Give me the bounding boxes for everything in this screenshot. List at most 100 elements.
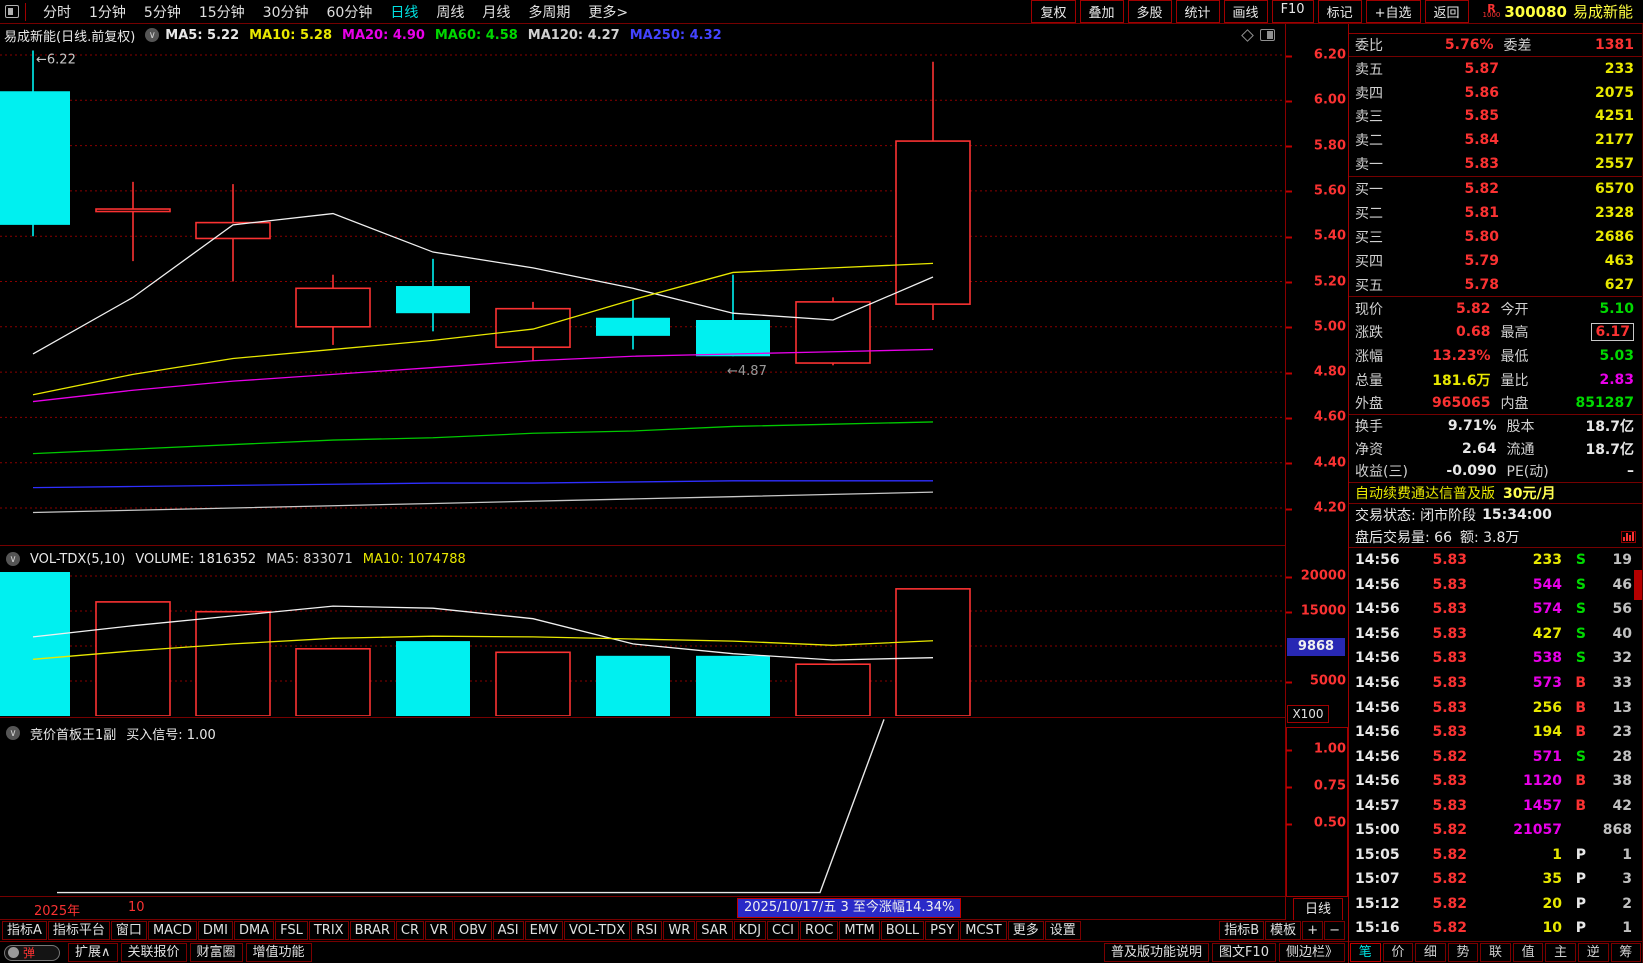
indicator-button-WR[interactable]: WR (663, 921, 696, 940)
volume-chart[interactable] (0, 570, 1285, 716)
trade-tab-细[interactable]: 细 (1415, 943, 1446, 962)
trade-row[interactable]: 14:56 5.83 427 S 40 (1349, 622, 1642, 647)
trade-row[interactable]: 14:56 5.83 194 B 23 (1349, 720, 1642, 745)
toolbar-button-叠加[interactable]: 叠加 (1079, 0, 1124, 23)
period-item-日线[interactable]: 日线 (390, 2, 418, 22)
indicator-button-EMV[interactable]: EMV (524, 921, 563, 940)
indicator-button-更多[interactable]: 更多 (1007, 921, 1044, 940)
toolbar-button-统计[interactable]: 统计 (1175, 0, 1220, 23)
indicator-button-DMA[interactable]: DMA (233, 921, 275, 940)
ask-row[interactable]: 卖五 5.87 233 (1349, 57, 1642, 81)
trade-tab-价[interactable]: 价 (1382, 943, 1414, 962)
indicator-button-窗口[interactable]: 窗口 (110, 921, 147, 940)
period-item-1分钟[interactable]: 1分钟 (89, 2, 126, 22)
indicator-button-MCST[interactable]: MCST (960, 921, 1007, 940)
indicator-button-模板[interactable]: 模板 (1265, 921, 1302, 940)
ask-row[interactable]: 卖三 5.85 4251 (1349, 105, 1642, 129)
toolbar-button-返回[interactable]: 返回 (1424, 0, 1469, 23)
trade-tab-筹[interactable]: 筹 (1610, 943, 1642, 962)
trade-row[interactable]: 14:56 5.83 574 S 56 (1349, 597, 1642, 622)
indicator-button-指标B[interactable]: 指标B (1219, 921, 1265, 940)
trade-row[interactable]: 14:56 5.83 573 B 33 (1349, 671, 1642, 696)
toolbar-button-画线[interactable]: 画线 (1223, 0, 1268, 23)
ask-row[interactable]: 卖一 5.83 2557 (1349, 152, 1642, 176)
indicator-button-TRIX[interactable]: TRIX (308, 921, 349, 940)
diamond-marker-icon[interactable] (1241, 28, 1254, 42)
indicator-button-BOLL[interactable]: BOLL (880, 921, 925, 940)
bottom-button-侧边栏》[interactable]: 侧边栏》 (1278, 943, 1345, 962)
period-item-60分钟[interactable]: 60分钟 (327, 2, 373, 22)
indicator-button-VOL-TDX[interactable]: VOL-TDX (563, 921, 631, 940)
trade-row[interactable]: 14:56 5.83 538 S 32 (1349, 646, 1642, 671)
toolbar-button-多股[interactable]: 多股 (1127, 0, 1172, 23)
indicator-button-MACD[interactable]: MACD (147, 921, 197, 940)
bottom-button-财富圈[interactable]: 财富圈 (189, 943, 243, 962)
collapse-chevron-icon[interactable] (6, 726, 20, 740)
indicator-button-KDJ[interactable]: KDJ (733, 921, 767, 940)
bottom-button-图文F10[interactable]: 图文F10 (1211, 943, 1276, 962)
indicator-button-指标A[interactable]: 指标A (2, 921, 47, 940)
period-item-月线[interactable]: 月线 (482, 2, 510, 22)
indicator-button-ROC[interactable]: ROC (800, 921, 839, 940)
trade-row[interactable]: 15:00 5.82 21057 868 (1349, 818, 1642, 843)
indicator-button-CCI[interactable]: CCI (767, 921, 800, 940)
popup-toggle[interactable]: 弹 (4, 944, 60, 961)
indicator-button-RSI[interactable]: RSI (631, 921, 663, 940)
trade-tab-主[interactable]: 主 (1545, 943, 1576, 962)
toolbar-button-F10[interactable]: F10 (1271, 0, 1314, 23)
bottom-button-关联报价[interactable]: 关联报价 (120, 943, 187, 962)
trade-row[interactable]: 15:07 5.82 35 P 3 (1349, 867, 1642, 892)
bottom-button-增值功能[interactable]: 增值功能 (245, 943, 312, 962)
trade-row[interactable]: 15:16 5.82 10 P 1 (1349, 916, 1642, 941)
indicator-button-DMI[interactable]: DMI (197, 921, 233, 940)
period-item-周线[interactable]: 周线 (436, 2, 464, 22)
signal-chart[interactable] (0, 718, 1285, 896)
trade-row[interactable]: 15:05 5.82 1 P 1 (1349, 843, 1642, 868)
bid-row[interactable]: 买五 5.78 627 (1349, 273, 1642, 297)
indicator-button-设置[interactable]: 设置 (1044, 921, 1081, 940)
indicator-button-+[interactable]: + (1302, 921, 1324, 940)
collapse-chevron-icon[interactable] (145, 28, 160, 42)
period-item-30分钟[interactable]: 30分钟 (263, 2, 309, 22)
period-item-更多>[interactable]: 更多> (588, 2, 628, 22)
mini-chart-icon[interactable] (1621, 530, 1636, 543)
indicator-button-OBV[interactable]: OBV (453, 921, 492, 940)
toolbar-button-标记[interactable]: 标记 (1317, 0, 1362, 23)
bid-row[interactable]: 买一 5.82 6570 (1349, 177, 1642, 201)
period-item-分时[interactable]: 分时 (43, 2, 71, 22)
indicator-button-SAR[interactable]: SAR (696, 921, 733, 940)
toolbar-button-复权[interactable]: 复权 (1031, 0, 1076, 23)
date-axis[interactable]: 2025年 10 2025/10/17/五 3 至今涨幅14.34% (0, 896, 1285, 920)
candlestick-chart[interactable]: ←6.22 ←4.87 (0, 46, 1285, 546)
trade-row[interactable]: 15:12 5.82 20 P 2 (1349, 892, 1642, 917)
indicator-button-FSL[interactable]: FSL (275, 921, 308, 940)
trade-row[interactable]: 14:56 5.83 256 B 13 (1349, 695, 1642, 720)
trade-row[interactable]: 14:56 5.83 544 S 46 (1349, 573, 1642, 598)
trade-row[interactable]: 14:56 5.83 1120 B 38 (1349, 769, 1642, 794)
trade-tab-势[interactable]: 势 (1447, 943, 1479, 962)
bid-row[interactable]: 买四 5.79 463 (1349, 249, 1642, 273)
bid-row[interactable]: 买三 5.80 2686 (1349, 225, 1642, 249)
side-panel-toggle-icon[interactable] (1260, 29, 1275, 41)
trade-row[interactable]: 14:56 5.83 233 S 19 (1349, 548, 1642, 573)
bid-row[interactable]: 买二 5.81 2328 (1349, 201, 1642, 225)
bottom-button-普及版功能说明[interactable]: 普及版功能说明 (1103, 943, 1209, 962)
trade-tab-笔[interactable]: 笔 (1350, 943, 1381, 962)
bottom-button-扩展∧[interactable]: 扩展∧ (68, 943, 118, 962)
indicator-button-VR[interactable]: VR (425, 921, 453, 940)
period-item-多周期[interactable]: 多周期 (528, 2, 570, 22)
trade-row[interactable]: 14:57 5.83 1457 B 42 (1349, 793, 1642, 818)
scrollbar-thumb[interactable] (1634, 570, 1642, 600)
indicator-button-PSY[interactable]: PSY (925, 921, 960, 940)
indicator-button-指标平台[interactable]: 指标平台 (47, 921, 110, 940)
indicator-button-CR[interactable]: CR (395, 921, 425, 940)
indicator-button-MTM[interactable]: MTM (839, 921, 880, 940)
period-indicator-box[interactable]: 日线 (1293, 898, 1343, 921)
period-item-15分钟[interactable]: 15分钟 (199, 2, 245, 22)
indicator-button-BRAR[interactable]: BRAR (349, 921, 395, 940)
trade-tab-逆[interactable]: 逆 (1577, 943, 1609, 962)
collapse-chevron-icon[interactable] (6, 552, 20, 566)
window-layout-icon[interactable] (5, 5, 19, 18)
indicator-button-−[interactable]: − (1324, 921, 1345, 940)
trade-tab-值[interactable]: 值 (1512, 943, 1544, 962)
